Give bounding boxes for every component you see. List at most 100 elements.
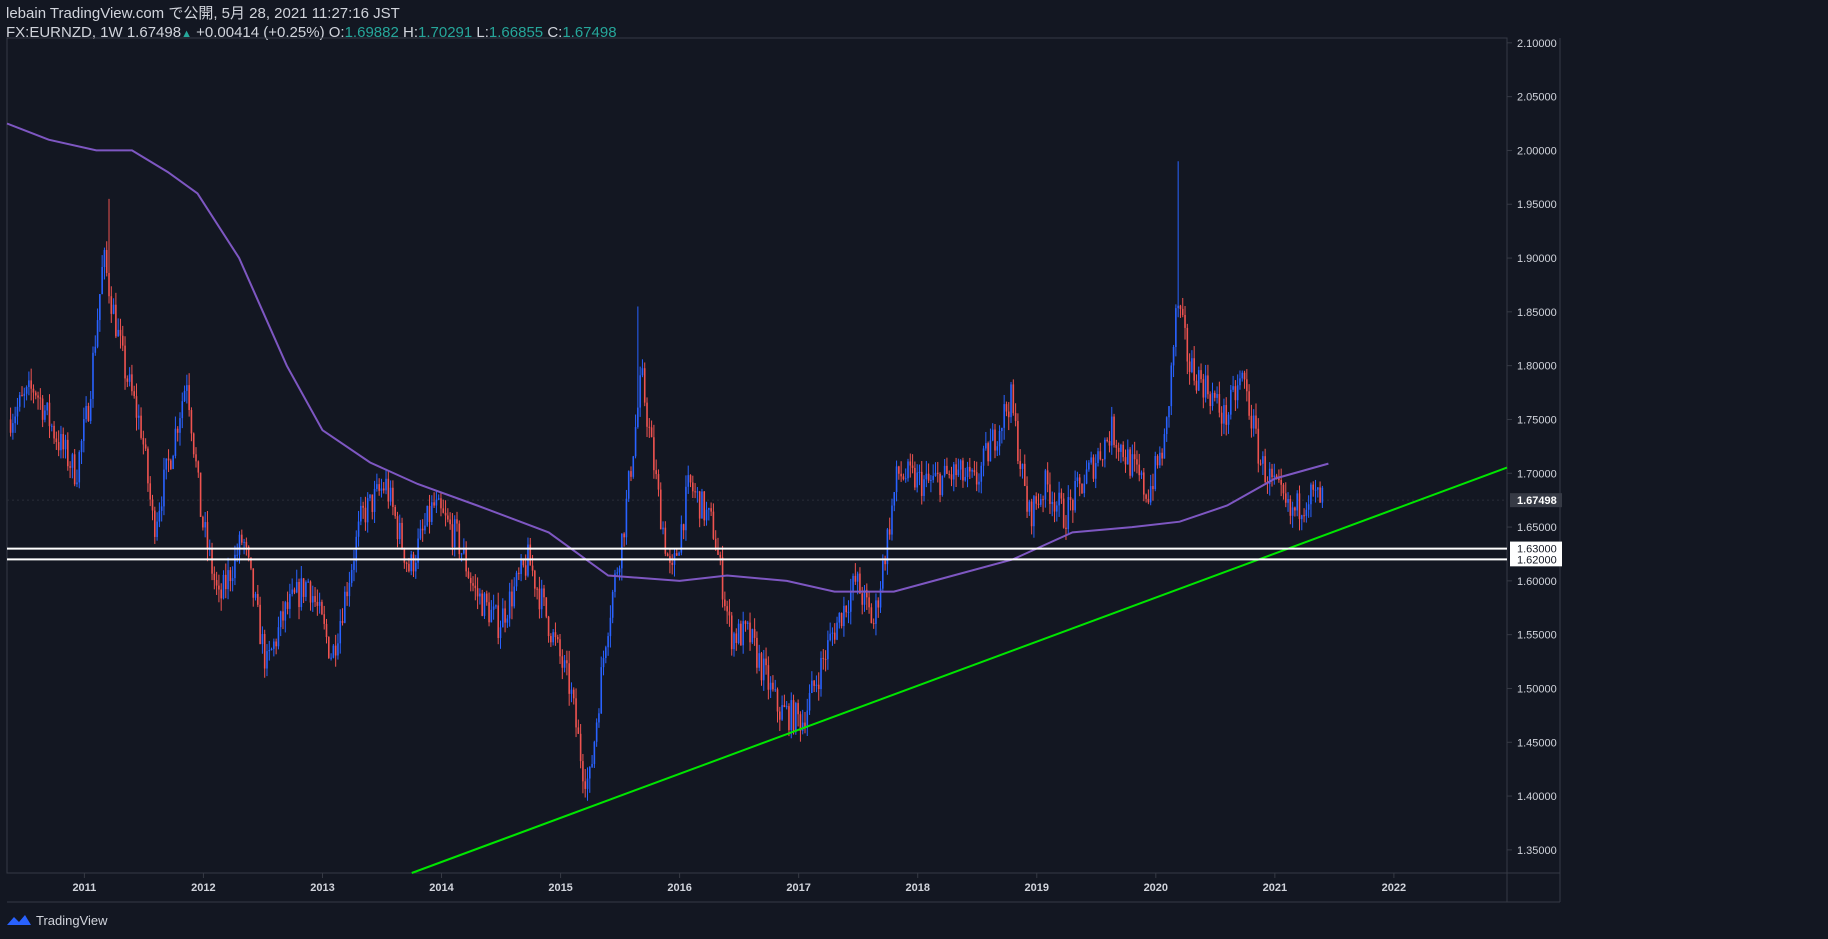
candle-body [1067, 497, 1070, 529]
candle-body [1088, 462, 1090, 470]
candle-body [481, 593, 483, 616]
candle-body [412, 554, 415, 572]
candle-body [817, 684, 820, 690]
candle-body [172, 455, 174, 469]
candle-body [396, 516, 399, 540]
candle-body [268, 649, 271, 652]
candle-body [222, 574, 225, 599]
candle-body [472, 583, 474, 586]
candle-body [94, 346, 97, 353]
candle-body [1252, 415, 1255, 429]
candle-body [870, 607, 873, 624]
candle-body [376, 484, 378, 489]
candle-body [998, 430, 1001, 447]
candle-body [756, 637, 758, 668]
footer-brand[interactable]: TradingView [6, 910, 108, 930]
candle-body [1044, 470, 1047, 500]
candle-body [882, 560, 884, 589]
candle-body [243, 541, 245, 543]
candle-body [176, 428, 179, 433]
candle-body [348, 582, 351, 597]
price-chart[interactable]: 1.35000 1.40000 1.45000 1.50000 1.55000 1.600… [0, 0, 1828, 939]
candle-body [1175, 308, 1177, 347]
x-tick-label: 2022 [1382, 882, 1406, 894]
candle-body [923, 479, 925, 496]
candle-body [779, 711, 781, 720]
candle-body [323, 614, 326, 624]
candle-body [286, 602, 289, 609]
candle-body [943, 465, 946, 476]
candle-body [48, 402, 51, 427]
candle-body [332, 645, 335, 658]
candle-body [334, 645, 337, 656]
y-tick-label: 2.00000 [1517, 145, 1557, 157]
candle-body [657, 474, 660, 490]
candle-body [982, 448, 985, 466]
candle-body [492, 606, 495, 610]
candle-body [504, 608, 506, 623]
candle-body [451, 524, 454, 547]
candle-body [646, 402, 648, 427]
candle-body [996, 446, 999, 451]
candle-body [277, 627, 280, 647]
x-tick-label: 2017 [786, 882, 810, 894]
candle-body [595, 722, 598, 742]
candle-body [57, 442, 60, 451]
candle-body [685, 486, 687, 531]
candle-body [577, 727, 580, 734]
candle-body [1122, 444, 1125, 458]
candle-body [559, 639, 561, 657]
candle-body [952, 464, 955, 480]
candle-body [34, 392, 37, 396]
candle-body [607, 636, 609, 648]
candle-body [1291, 507, 1294, 516]
candle-body [426, 505, 429, 526]
candle-body [440, 498, 442, 509]
candle-body [813, 680, 815, 686]
candle-body [453, 519, 456, 547]
candle-body [499, 627, 502, 639]
candle-body [154, 510, 156, 537]
candle-body [914, 467, 916, 488]
candle-body [687, 475, 690, 487]
candle-body [1014, 413, 1017, 422]
candle-body [21, 395, 23, 397]
y-tick-label: 1.75000 [1517, 414, 1557, 426]
candle-body [774, 689, 777, 691]
candle-body [1039, 499, 1042, 505]
candle-body [561, 656, 564, 668]
candle-body [92, 352, 94, 399]
candle-body [522, 559, 525, 566]
candle-body [639, 375, 641, 408]
candle-body [254, 594, 257, 598]
candle-body [957, 469, 960, 476]
candle-body [630, 471, 632, 477]
candle-body [394, 506, 396, 517]
candle-body [1223, 405, 1225, 424]
candle-body [1227, 414, 1230, 425]
candle-body [369, 494, 371, 499]
candle-body [195, 454, 197, 462]
candle-body [83, 419, 85, 441]
candle-body [405, 562, 408, 564]
candle-body [749, 622, 751, 643]
candle-body [556, 637, 559, 640]
candle-body [550, 636, 552, 643]
candle-body [1138, 464, 1141, 476]
candle-body [751, 629, 754, 643]
y-tick-label: 2.10000 [1517, 38, 1557, 50]
candle-body [1035, 496, 1038, 504]
candle-body [110, 296, 113, 314]
candle-body [300, 578, 303, 608]
candle-body [410, 554, 413, 572]
candle-body [884, 560, 886, 565]
candle-body [460, 553, 463, 555]
candle-body [797, 703, 799, 715]
candle-body [792, 700, 795, 732]
candle-body [1255, 415, 1257, 429]
candle-body [433, 502, 435, 506]
candle-body [1213, 392, 1216, 398]
tradingview-logo-icon [7, 915, 31, 925]
candle-body [726, 606, 728, 612]
candle-body [591, 764, 593, 767]
